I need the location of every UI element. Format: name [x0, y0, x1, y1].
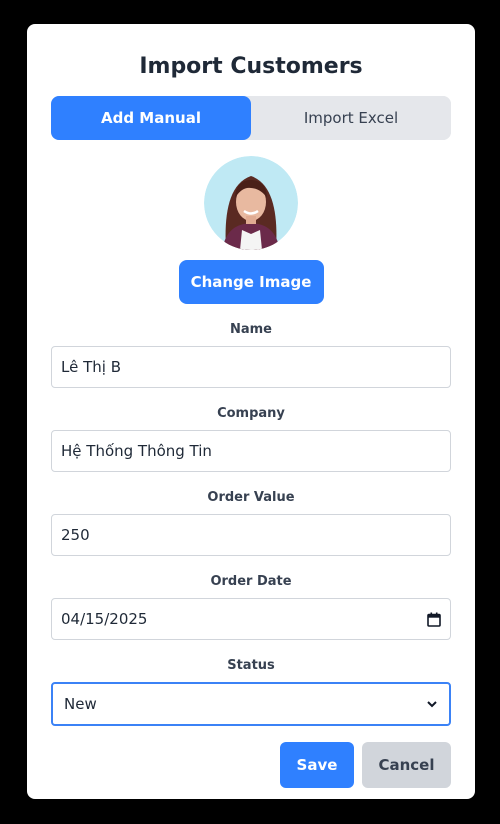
name-input[interactable]: Lê Thị B [51, 346, 451, 388]
dialog-actions: Save Cancel [51, 742, 451, 788]
tab-import-excel[interactable]: Import Excel [251, 96, 451, 140]
company-input[interactable]: Hệ Thống Thông Tin [51, 430, 451, 472]
order-date-label: Order Date [210, 574, 292, 589]
avatar [204, 156, 298, 250]
company-label: Company [217, 406, 285, 421]
user-photo-icon [204, 156, 298, 250]
name-label: Name [229, 322, 272, 337]
change-image-row: Change Image [51, 260, 451, 304]
cancel-button[interactable]: Cancel [362, 742, 451, 788]
name-field-group: Name Lê Thị B [51, 322, 451, 388]
tab-add-manual[interactable]: Add Manual [51, 96, 251, 140]
company-value: Hệ Thống Thông Tin [61, 442, 212, 460]
order-value-input[interactable]: 250 [51, 514, 451, 556]
mode-tabs: Add Manual Import Excel [51, 96, 451, 140]
status-label: Status [227, 658, 275, 673]
status-select[interactable]: New [51, 682, 451, 726]
dialog-title: Import Customers [139, 54, 363, 79]
order-value-label: Order Value [207, 490, 295, 505]
status-field-group: Status New [51, 658, 451, 726]
calendar-icon[interactable] [427, 612, 441, 627]
change-image-button[interactable]: Change Image [178, 260, 324, 304]
import-customers-dialog: Import Customers Add Manual Import Excel… [27, 24, 475, 799]
avatar-container [51, 156, 451, 250]
order-date-field-group: Order Date 04/15/2025 [51, 574, 451, 640]
status-value: New [64, 695, 97, 713]
chevron-down-icon [427, 701, 437, 708]
order-date-value: 04/15/2025 [61, 610, 148, 628]
order-date-input[interactable]: 04/15/2025 [51, 598, 451, 640]
company-field-group: Company Hệ Thống Thông Tin [51, 406, 451, 472]
order-value-field-group: Order Value 250 [51, 490, 451, 556]
save-button[interactable]: Save [280, 742, 354, 788]
name-value: Lê Thị B [61, 358, 121, 376]
order-value-value: 250 [61, 526, 90, 544]
